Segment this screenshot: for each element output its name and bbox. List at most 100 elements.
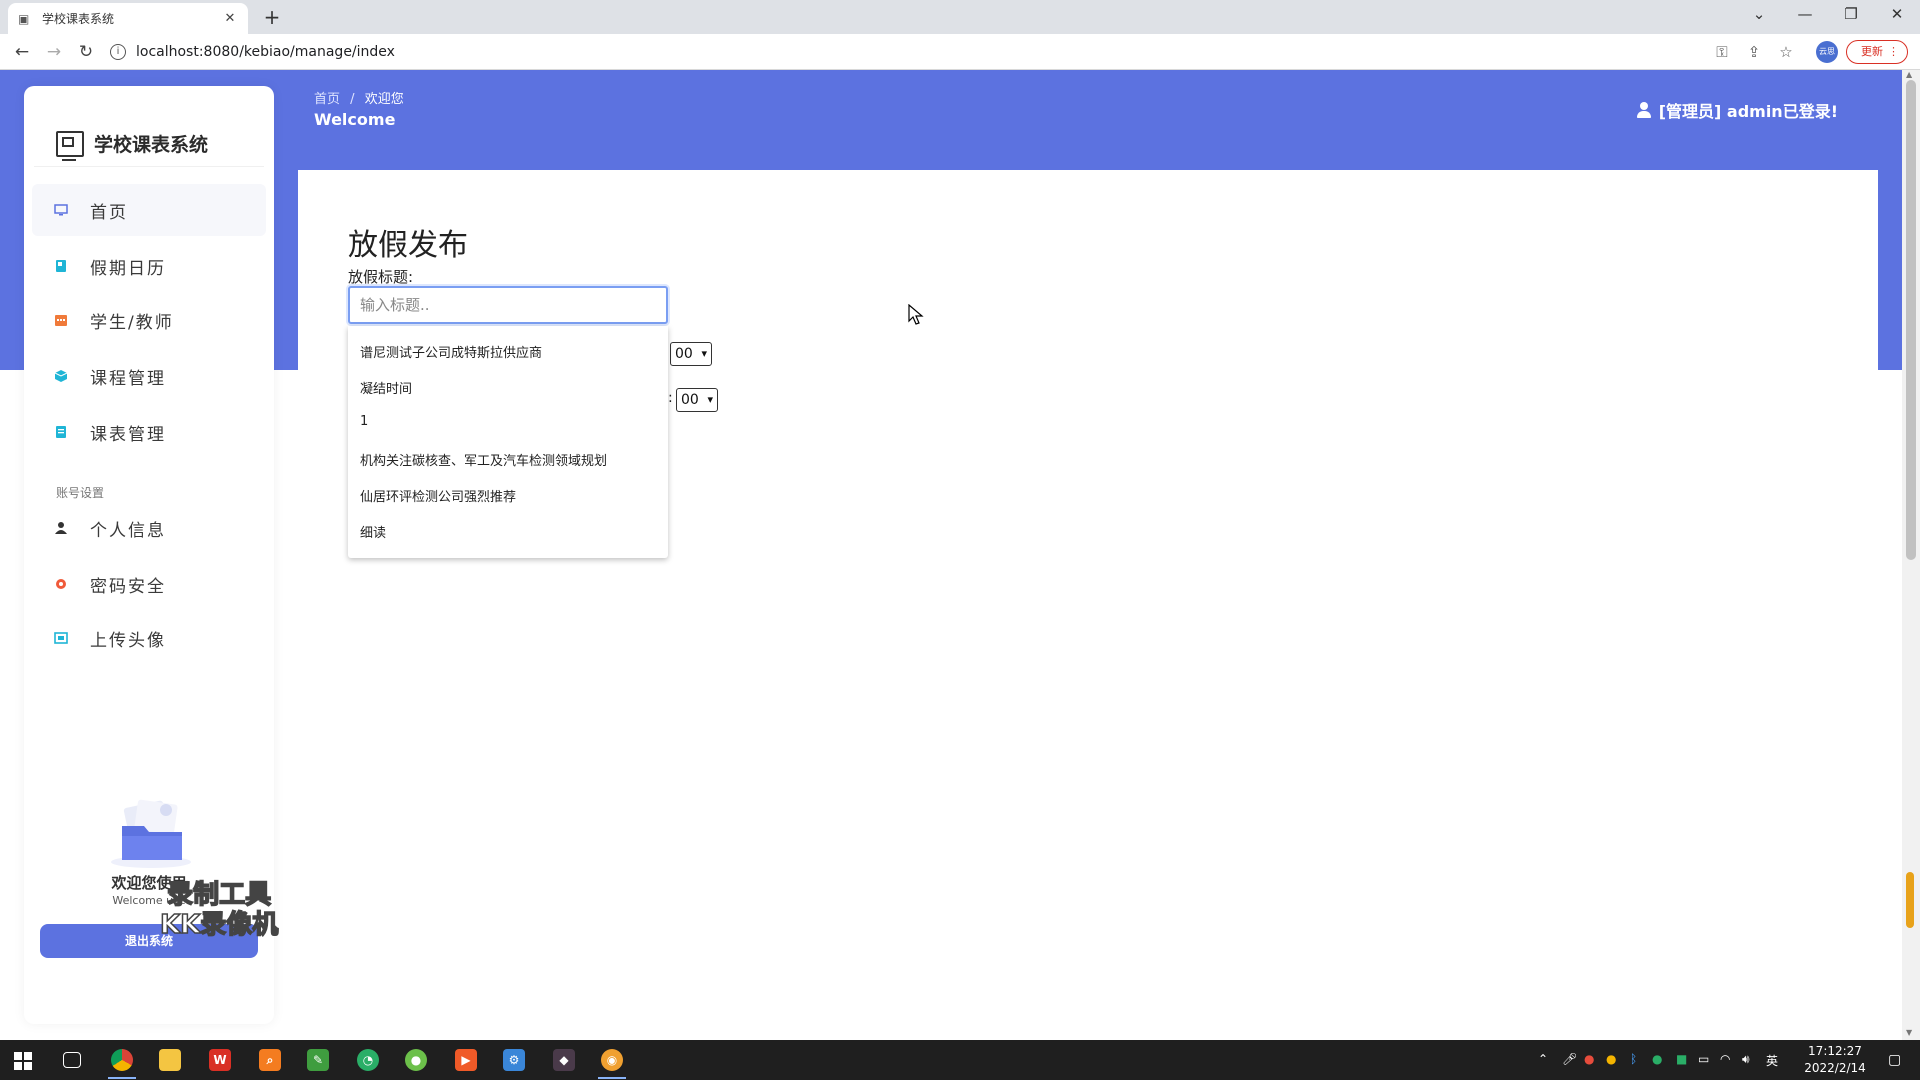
autocomplete-option[interactable]: 凝结时间 [360, 378, 412, 397]
autocomplete-option[interactable]: 细读 [360, 522, 386, 541]
minute-select-2[interactable]: 00 ▾ [676, 388, 718, 412]
minute-select-1[interactable]: 00 ▾ [670, 342, 712, 366]
browser-tab[interactable]: ▣ 学校课表系统 ✕ [8, 3, 248, 34]
cube-icon [54, 369, 68, 383]
autocomplete-option[interactable]: 机构关注碳核查、军工及汽车检测领域规划 [360, 450, 607, 469]
share-icon[interactable]: ⇪ [1744, 42, 1764, 62]
key-icon[interactable]: ⚿ [1712, 42, 1732, 62]
calendar-icon [54, 313, 68, 327]
tab-title: 学校课表系统 [42, 12, 115, 26]
main-content: 放假发布 放假标题: 00 ▾ : 00 ▾ 谱尼测试子公司成特斯拉供应商 凝结时间… [298, 170, 1878, 1050]
site-favicon-icon: ▣ [18, 11, 30, 26]
chrome-app-icon[interactable] [102, 1044, 142, 1079]
mouse-cursor-icon [908, 304, 924, 325]
sidebar-item-course-management[interactable]: 课程管理 [32, 350, 266, 402]
bookmark-star-icon[interactable]: ☆ [1776, 42, 1796, 62]
sidebar-item-label: 学生/教师 [90, 312, 174, 333]
sidebar-item-label: 课表管理 [90, 424, 166, 445]
sidebar-item-students-teachers[interactable]: 学生/教师 [32, 294, 266, 346]
game-app-icon[interactable]: ◆ [544, 1044, 584, 1076]
search-app-icon[interactable]: ⌕ [250, 1044, 290, 1076]
windows-taskbar: W ⌕ ✎ ◔ ● ▶ ⚙ ◆ ◉ ⌃ 🎤︎ ● ● ᛒ ● ■ ▭ ◠ 🔊︎ … [0, 1040, 1920, 1080]
notepad-app-icon[interactable]: ✎ [298, 1044, 338, 1076]
sidebar-item-password-security[interactable]: 密码安全 [32, 558, 266, 610]
new-tab-button[interactable]: + [260, 5, 284, 29]
tray-green-icon[interactable]: ■ [1676, 1052, 1687, 1066]
breadcrumb: 首页 / 欢迎您 [314, 88, 404, 107]
side-panel-handle[interactable] [1906, 872, 1914, 928]
wechat-app-icon[interactable]: ◔ [348, 1044, 388, 1076]
document-icon [54, 425, 68, 439]
wps-app-icon[interactable]: W [200, 1044, 240, 1076]
profile-avatar[interactable]: 云思 [1816, 41, 1838, 63]
network-icon[interactable]: ▭ [1698, 1052, 1709, 1066]
logo-text: 学校课表系统 [94, 134, 209, 156]
sidebar-item-timetable-management[interactable]: 课表管理 [32, 406, 266, 458]
sidebar-item-label: 个人信息 [90, 520, 166, 541]
breadcrumb-home[interactable]: 首页 [314, 92, 340, 107]
logged-in-user: [管理员] admin已登录! [1636, 98, 1838, 122]
logo-icon [56, 130, 84, 161]
minimize-button[interactable]: — [1782, 0, 1828, 30]
sidebar-item-upload-avatar[interactable]: 上传头像 [32, 612, 266, 664]
network-app-icon[interactable]: ⚙ [494, 1044, 534, 1076]
user-info-text: [管理员] admin已登录! [1658, 102, 1838, 121]
holiday-title-input[interactable] [348, 286, 668, 324]
recorder-watermark: 录制工具 KK录像机 [159, 879, 279, 941]
wifi-icon[interactable]: ◠ [1720, 1052, 1730, 1066]
sidebar-item-label: 假期日历 [90, 258, 166, 279]
minute-select-2-value: 00 [681, 392, 699, 408]
bluetooth-icon[interactable]: ᛒ [1630, 1052, 1637, 1066]
clock-date: 2022/2/14 [1804, 1061, 1866, 1075]
sidebar-item-label: 上传头像 [90, 630, 166, 651]
back-icon[interactable]: ← [10, 41, 34, 63]
breadcrumb-current: 欢迎您 [364, 92, 404, 107]
sidebar-item-home[interactable]: 首页 [32, 184, 266, 236]
tray-yellow-icon[interactable]: ● [1606, 1052, 1616, 1066]
user-icon [1636, 102, 1651, 118]
minute-select-1-value: 00 [675, 346, 693, 362]
notification-icon[interactable]: ▢ [1888, 1052, 1901, 1068]
close-window-button[interactable]: ✕ [1874, 0, 1920, 30]
task-view-icon[interactable] [52, 1044, 92, 1076]
autocomplete-option[interactable]: 1 [360, 414, 368, 429]
autocomplete-dropdown: 谱尼测试子公司成特斯拉供应商 凝结时间 1 机构关注碳核查、军工及汽车检测领域规… [348, 326, 668, 558]
title-field-label: 放假标题: [348, 268, 414, 286]
sidebar-item-holiday-calendar[interactable]: 假期日历 [32, 240, 266, 292]
autocomplete-option[interactable]: 仙居环评检测公司强烈推荐 [360, 486, 516, 505]
wechat-tray-icon[interactable]: ● [1652, 1052, 1662, 1066]
scroll-thumb[interactable] [1906, 80, 1916, 560]
microphone-icon[interactable]: 🎤︎ [1562, 1052, 1577, 1066]
green-app-icon[interactable]: ● [396, 1044, 436, 1076]
sidebar-item-label: 首页 [90, 202, 128, 223]
calendar-book-icon [54, 259, 68, 273]
media-app-icon[interactable]: ▶ [446, 1044, 486, 1076]
watermark-line-2: KK录像机 [159, 909, 279, 941]
ime-indicator[interactable]: 英 [1766, 1052, 1778, 1069]
forward-icon[interactable]: → [42, 41, 66, 63]
recorder-app-icon[interactable]: ◉ [592, 1044, 632, 1079]
update-button[interactable]: 更新 ⋮ [1846, 40, 1908, 64]
reload-icon[interactable]: ↻ [74, 41, 98, 63]
windows-start-icon[interactable] [14, 1052, 32, 1070]
tray-overflow-icon[interactable]: ⌃ [1538, 1052, 1548, 1066]
volume-icon[interactable]: 🔊︎ [1742, 1052, 1750, 1067]
tab-search-icon[interactable]: ⌄ [1736, 0, 1782, 30]
sidebar-item-label: 密码安全 [90, 576, 166, 597]
account-settings-group-label: 账号设置 [56, 486, 105, 500]
address-bar[interactable]: i localhost:8080/kebiao/manage/index [110, 39, 1710, 65]
tab-close-icon[interactable]: ✕ [222, 11, 238, 26]
browser-tabbar: ▣ 学校课表系统 ✕ + ⌄ — ❐ ✕ [0, 0, 1920, 34]
sidebar-item-profile[interactable]: 个人信息 [32, 502, 266, 554]
site-info-icon[interactable]: i [110, 44, 126, 60]
monitor-icon [54, 203, 68, 217]
scroll-down-icon[interactable]: ▼ [1906, 1028, 1912, 1037]
form-heading: 放假发布 [348, 228, 468, 263]
tray-red-icon[interactable]: ● [1584, 1052, 1594, 1066]
taskbar-clock[interactable]: 17:12:27 2022/2/14 [1790, 1043, 1880, 1077]
restore-button[interactable]: ❐ [1828, 0, 1874, 30]
file-explorer-icon[interactable] [150, 1044, 190, 1076]
autocomplete-option[interactable]: 谱尼测试子公司成特斯拉供应商 [360, 342, 542, 361]
scroll-up-icon[interactable]: ▲ [1906, 70, 1912, 79]
app-logo[interactable]: 学校课表系统 [56, 130, 209, 161]
